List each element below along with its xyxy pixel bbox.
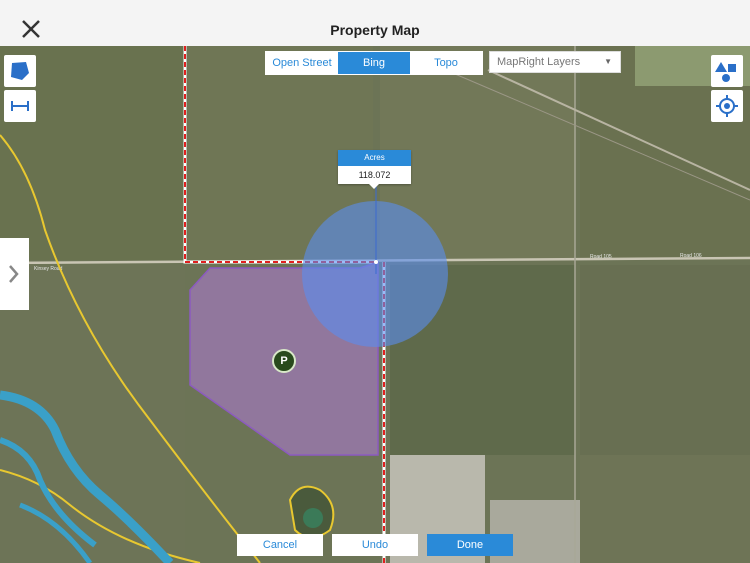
side-panel-toggle[interactable] bbox=[0, 238, 29, 310]
measure-icon bbox=[11, 101, 29, 111]
page-title: Property Map bbox=[330, 22, 420, 38]
polygon-tool-button[interactable] bbox=[4, 55, 36, 87]
callout-pointer bbox=[369, 184, 379, 189]
road-label-106: Road 106 bbox=[680, 253, 702, 259]
map-type-tabs: Open Street Bing Topo bbox=[265, 51, 483, 75]
locate-button[interactable] bbox=[711, 90, 743, 122]
cancel-button[interactable]: Cancel bbox=[237, 534, 323, 556]
tab-open-street[interactable]: Open Street bbox=[266, 52, 338, 74]
acres-value: 118.072 bbox=[358, 170, 391, 180]
locate-icon bbox=[716, 95, 738, 117]
acres-callout: Acres 118.072 bbox=[338, 150, 411, 189]
chevron-down-icon: ▼ bbox=[604, 57, 612, 66]
satellite-map[interactable]: Kinsey Road Road 105 Road 106 bbox=[0, 0, 750, 563]
shapes-tool-button[interactable] bbox=[711, 55, 743, 87]
road-label-105: Road 105 bbox=[590, 254, 612, 260]
undo-button[interactable]: Undo bbox=[332, 534, 418, 556]
layers-dropdown[interactable]: MapRight Layers ▼ bbox=[489, 51, 621, 73]
chevron-right-icon bbox=[9, 265, 19, 283]
measure-tool-button[interactable] bbox=[4, 90, 36, 122]
done-button[interactable]: Done bbox=[427, 534, 513, 556]
layers-dropdown-label: MapRight Layers bbox=[497, 56, 581, 68]
tab-topo[interactable]: Topo bbox=[410, 52, 482, 74]
acres-label: Acres bbox=[338, 150, 411, 166]
parcel-marker[interactable]: P bbox=[272, 349, 296, 373]
tab-bing[interactable]: Bing bbox=[338, 52, 410, 74]
shapes-icon bbox=[715, 62, 736, 82]
header-bar: Property Map bbox=[0, 0, 750, 46]
polygon-icon bbox=[11, 62, 29, 80]
